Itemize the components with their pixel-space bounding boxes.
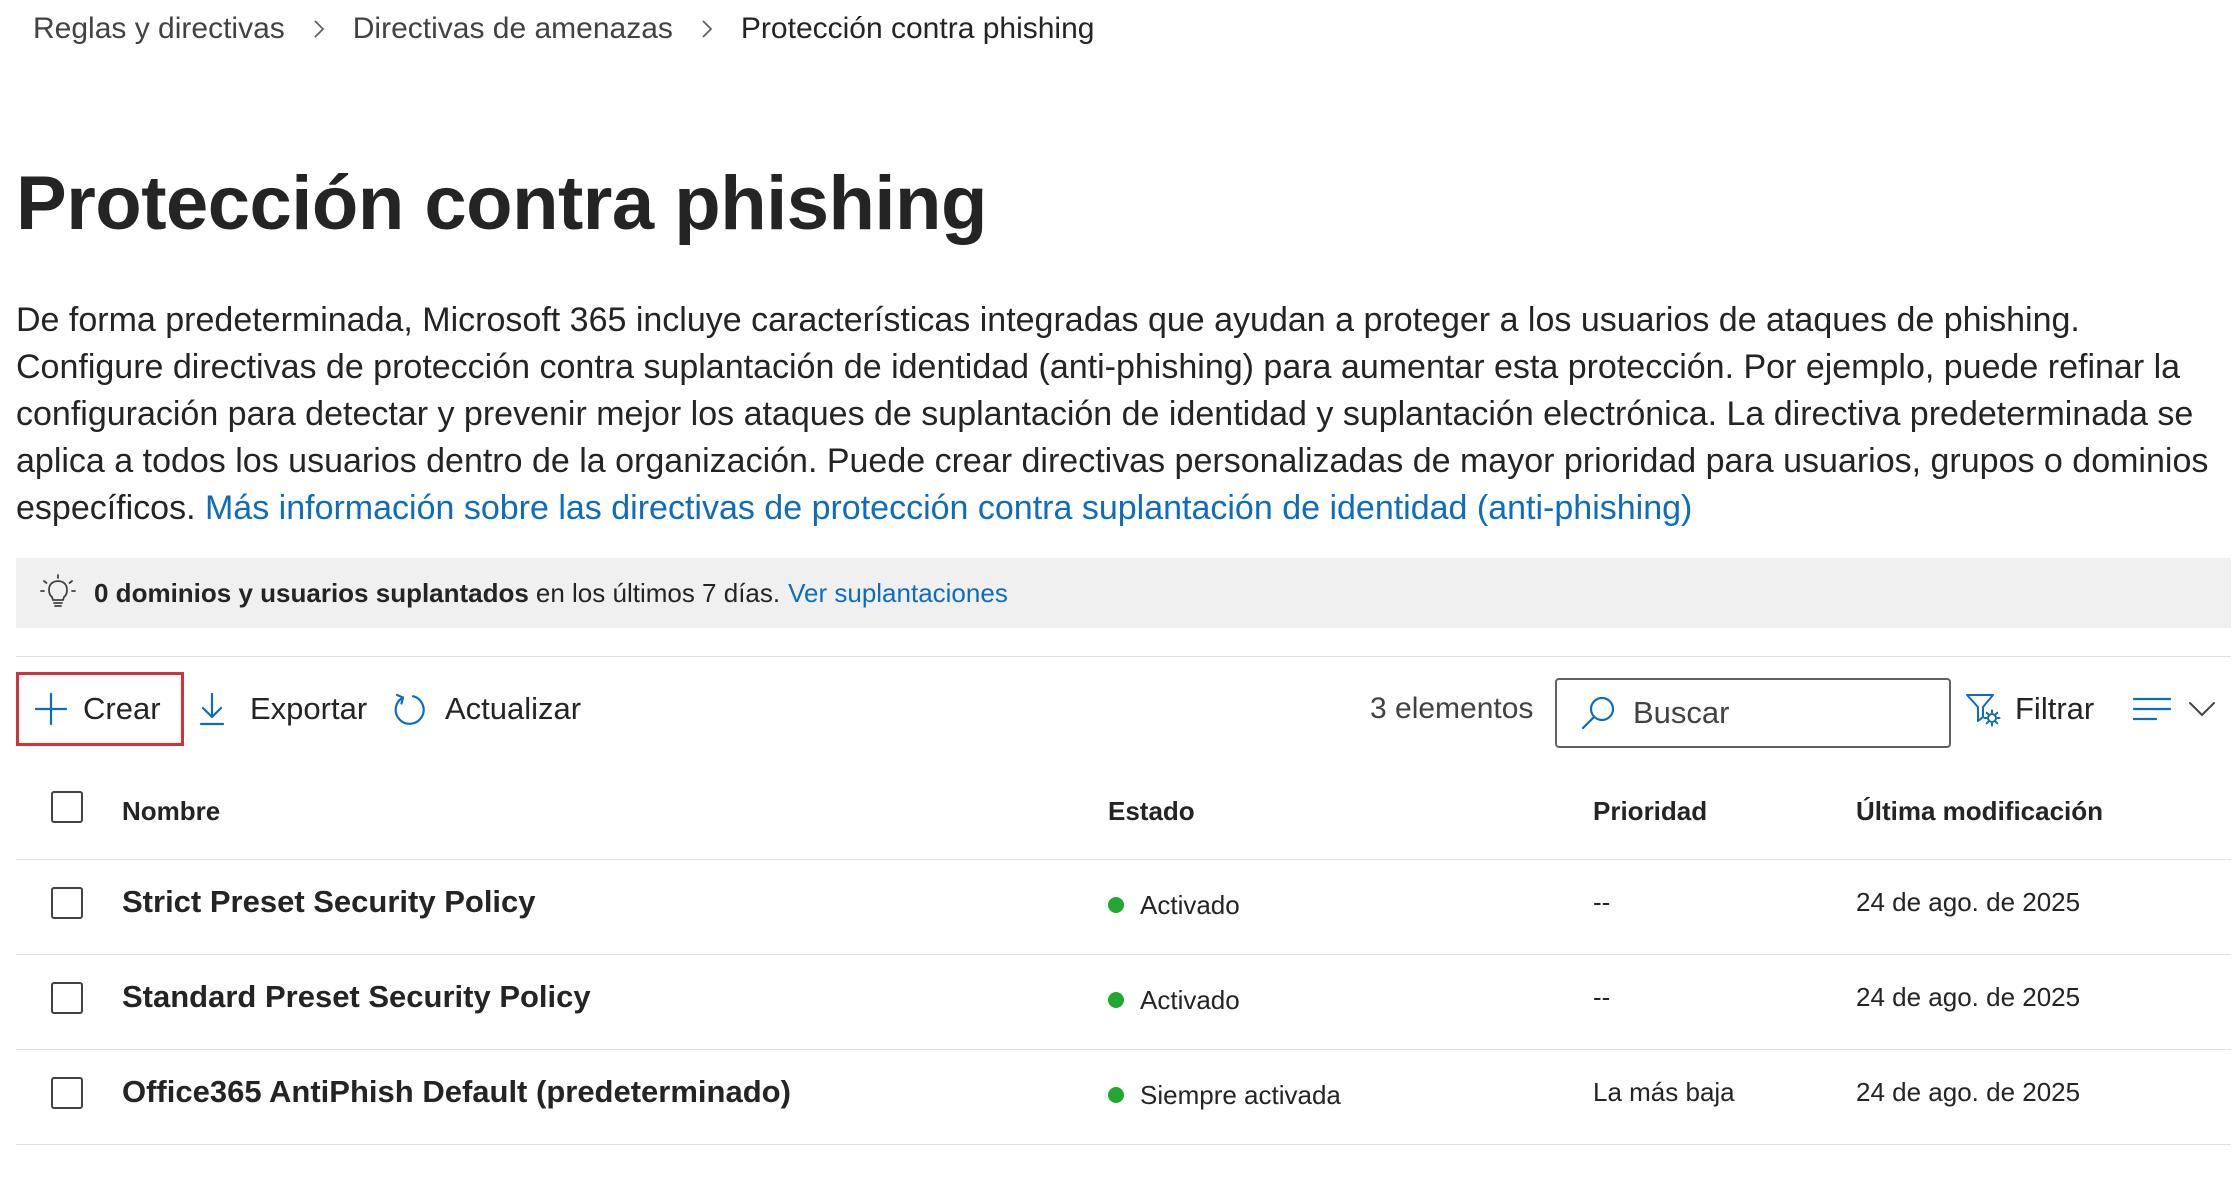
refresh-icon [394, 693, 425, 725]
page-title: Protección contra phishing [16, 161, 987, 246]
policy-modified: 24 de ago. de 2025 [1856, 981, 2081, 1012]
breadcrumb-item-current: Protección contra phishing [740, 12, 1095, 45]
table-row[interactable]: Standard Preset Security Policy Activado… [16, 955, 2231, 1050]
status-dot-icon [1108, 897, 1124, 913]
page-description: De forma predeterminada, Microsoft 365 i… [16, 297, 2231, 532]
plus-icon [34, 692, 68, 726]
column-header-name[interactable]: Nombre [122, 764, 220, 858]
policy-modified: 24 de ago. de 2025 [1856, 886, 2081, 917]
download-icon [199, 692, 225, 726]
group-by-button[interactable] [2132, 672, 2216, 746]
refresh-button[interactable]: Actualizar [391, 672, 581, 746]
banner-period-text: en los últimos 7 días. [535, 577, 781, 608]
policy-modified: 24 de ago. de 2025 [1856, 1076, 2081, 1107]
table-row[interactable]: Office365 AntiPhish Default (predetermin… [16, 1050, 2231, 1145]
search-box[interactable] [1555, 678, 1951, 748]
policy-priority: La más baja [1593, 1076, 1735, 1107]
page: Reglas y directivas Directivas de amenaz… [0, 0, 2238, 1186]
create-label: Crear [83, 691, 161, 726]
breadcrumb: Reglas y directivas Directivas de amenaz… [33, 12, 1094, 46]
breadcrumb-item-rules[interactable]: Reglas y directivas [33, 12, 285, 46]
chevron-right-icon [314, 20, 325, 38]
chevron-down-icon [2189, 702, 2215, 717]
filter-icon [1966, 694, 2001, 727]
column-header-modified[interactable]: Última modificación [1856, 764, 2103, 858]
item-count: 3 elementos [1370, 692, 1534, 725]
create-button[interactable]: Crear [16, 672, 184, 746]
divider [16, 656, 2231, 657]
filter-label: Filtrar [2015, 691, 2095, 726]
table-header-row: Nombre Estado Prioridad Última modificac… [16, 765, 2231, 860]
row-checkbox[interactable] [51, 982, 83, 1014]
policies-table: Nombre Estado Prioridad Última modificac… [16, 765, 2231, 1145]
lightbulb-icon [40, 574, 76, 607]
export-label: Exportar [250, 691, 368, 726]
policy-priority: -- [1593, 886, 1611, 917]
row-checkbox[interactable] [51, 887, 83, 919]
policy-name[interactable]: Strict Preset Security Policy [122, 855, 536, 949]
select-all-checkbox[interactable] [51, 791, 83, 823]
view-impersonations-link[interactable]: Ver suplantaciones [788, 578, 1008, 609]
policy-status: Siempre activada [1108, 1048, 1341, 1142]
refresh-label: Actualizar [445, 691, 582, 726]
status-text: Activado [1140, 889, 1240, 920]
export-button[interactable]: Exportar [194, 672, 367, 746]
policy-name[interactable]: Office365 AntiPhish Default (predetermin… [122, 1045, 791, 1139]
search-icon [1581, 696, 1615, 730]
status-text: Siempre activada [1140, 1079, 1341, 1110]
banner-count-text: 0 dominios y usuarios suplantados [94, 577, 529, 608]
impersonation-banner: 0 dominios y usuarios suplantados en los… [16, 558, 2231, 628]
column-header-status[interactable]: Estado [1108, 764, 1195, 858]
filter-button[interactable]: Filtrar [1965, 672, 2094, 746]
list-lines-icon [2132, 697, 2172, 721]
row-checkbox[interactable] [51, 1077, 83, 1109]
learn-more-link[interactable]: Más información sobre las directivas de … [205, 489, 1692, 527]
status-dot-icon [1108, 992, 1124, 1008]
breadcrumb-item-threat-policies[interactable]: Directivas de amenazas [353, 12, 673, 46]
search-input[interactable] [1631, 694, 1935, 732]
status-dot-icon [1108, 1087, 1124, 1103]
policy-name[interactable]: Standard Preset Security Policy [122, 950, 591, 1044]
status-text: Activado [1140, 984, 1240, 1015]
policy-status: Activado [1108, 953, 1240, 1047]
toolbar: Crear Exportar Actualizar 3 elementos Bu… [16, 672, 2231, 748]
chevron-right-icon [702, 20, 713, 38]
policy-status: Activado [1108, 858, 1240, 952]
table-row[interactable]: Strict Preset Security Policy Activado -… [16, 860, 2231, 955]
policy-priority: -- [1593, 981, 1611, 1012]
column-header-priority[interactable]: Prioridad [1593, 764, 1707, 858]
